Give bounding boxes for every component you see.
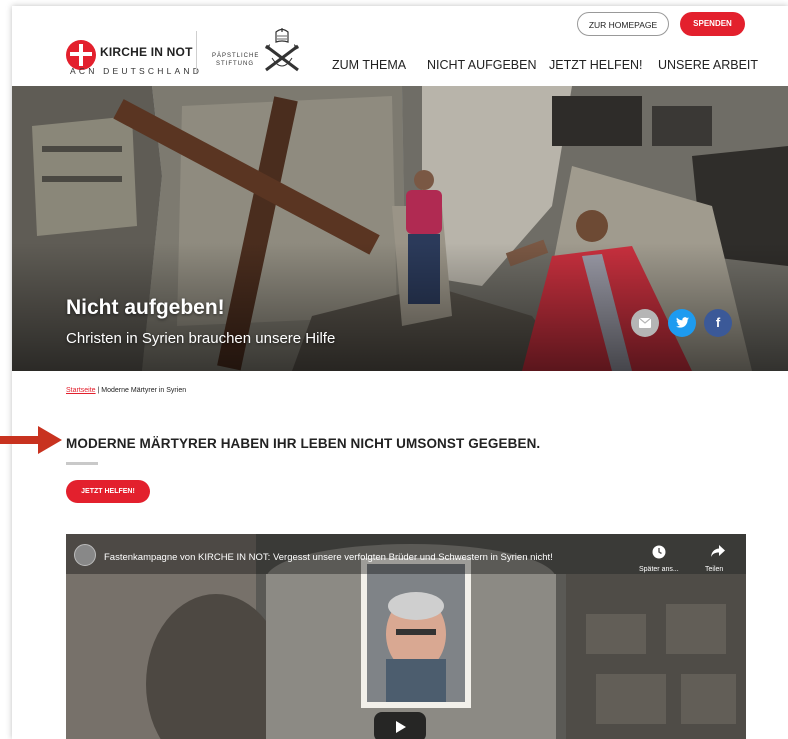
mail-icon (638, 317, 652, 328)
share-arrow-icon[interactable] (710, 544, 726, 558)
logo-subtitle: ACN DEUTSCHLAND (70, 66, 203, 76)
logo-name: KIRCHE IN NOT (100, 45, 193, 59)
page-title: MODERNE MÄRTYRER HABEN IHR LEBEN NICHT U… (66, 436, 541, 451)
nav-nicht-aufgeben[interactable]: NICHT AUFGEBEN (427, 58, 537, 72)
breadcrumb: Startseite | Moderne Märtyrer in Syrien (66, 387, 186, 394)
hero-title: Nicht aufgeben! (66, 296, 225, 319)
video-title[interactable]: Fastenkampagne von KIRCHE IN NOT: Verges… (104, 552, 553, 563)
twitter-share-button[interactable] (668, 309, 696, 337)
donate-button[interactable]: SPENDEN (680, 12, 745, 36)
channel-avatar[interactable] (74, 544, 96, 566)
nav-jetzt-helfen[interactable]: JETZT HELFEN! (549, 58, 643, 72)
logo-divider (196, 31, 197, 73)
share-label[interactable]: Teilen (705, 566, 723, 573)
nav-unsere-arbeit[interactable]: UNSERE ARBEIT (658, 58, 758, 72)
breadcrumb-current: Moderne Märtyrer in Syrien (101, 387, 187, 394)
clock-icon[interactable] (652, 545, 666, 559)
twitter-icon (675, 317, 689, 328)
papal-crest-icon (265, 28, 299, 72)
video-player[interactable]: Fastenkampagne von KIRCHE IN NOT: Verges… (66, 534, 746, 739)
play-button[interactable] (374, 712, 426, 739)
papst-stiftung-label: PÄPSTLICHE STIFTUNG (212, 52, 258, 68)
page-frame: KIRCHE IN NOT ACN DEUTSCHLAND PÄPSTLICHE… (12, 6, 788, 739)
facebook-share-button[interactable]: f (704, 309, 732, 337)
papst-line-1: PÄPSTLICHE (212, 53, 260, 59)
video-thumbnail (66, 534, 746, 739)
title-divider (66, 462, 98, 465)
facebook-icon: f (715, 315, 721, 330)
papst-line-2: STIFTUNG (216, 61, 254, 67)
homepage-button[interactable]: ZUR HOMEPAGE (577, 12, 669, 36)
hero-subtitle: Christen in Syrien brauchen unsere Hilfe (66, 330, 336, 347)
help-now-button[interactable]: JETZT HELFEN! (66, 480, 150, 503)
breadcrumb-home-link[interactable]: Startseite (66, 387, 96, 394)
nav-zum-thema[interactable]: ZUM THEMA (332, 58, 406, 72)
watch-later-label[interactable]: Später ans... (639, 566, 679, 573)
mail-share-button[interactable] (631, 309, 659, 337)
hero-banner: Nicht aufgeben! Christen in Syrien brauc… (12, 86, 788, 371)
red-arrow-icon (0, 426, 62, 454)
